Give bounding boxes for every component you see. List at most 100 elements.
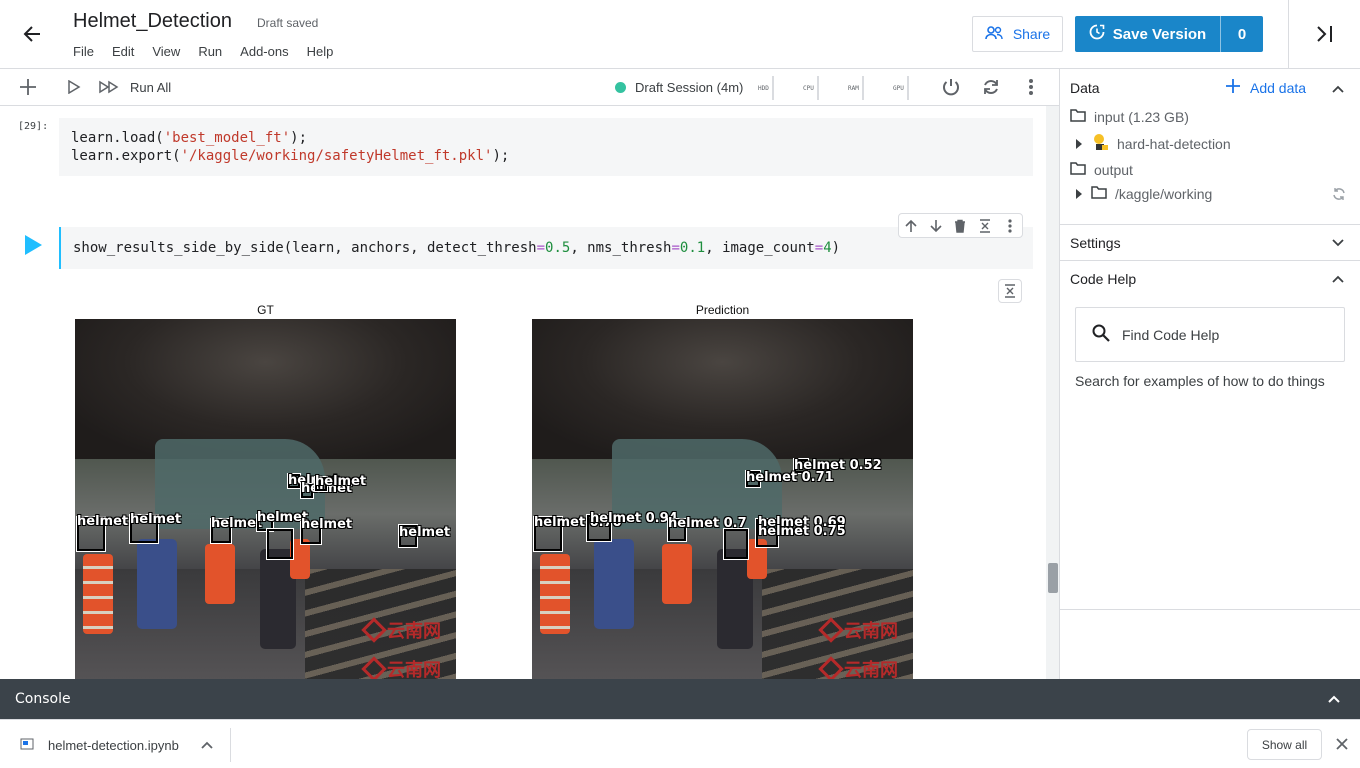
chevron-up-icon[interactable] [1330, 271, 1346, 287]
chevron-up-icon[interactable] [1330, 81, 1346, 97]
divider [1060, 609, 1360, 610]
plus-icon [1226, 79, 1240, 96]
delete-icon[interactable] [950, 216, 970, 236]
output-folder[interactable]: output [1070, 162, 1133, 178]
detection-label: helmet [211, 516, 263, 531]
dataset-item[interactable]: hard-hat-detection [1075, 133, 1231, 154]
people-icon [985, 25, 1003, 43]
power-icon[interactable] [940, 76, 962, 98]
collapse-panel-icon[interactable] [1313, 22, 1337, 46]
add-data-button[interactable]: Add data [1226, 79, 1306, 96]
save-version-icon [1089, 24, 1105, 44]
dataset-label: hard-hat-detection [1117, 135, 1231, 152]
menu-edit[interactable]: Edit [112, 44, 134, 59]
menu-add-ons[interactable]: Add-ons [240, 44, 288, 59]
move-up-icon[interactable] [901, 216, 921, 236]
folder-icon [1070, 109, 1086, 125]
input-folder-label: input (1.23 GB) [1094, 109, 1189, 125]
hdd-meter-label: HDD [758, 84, 769, 92]
code-help-search-input[interactable]: Find Code Help [1075, 307, 1345, 362]
code-cell-2[interactable]: show_results_side_by_side(learn, anchors… [59, 227, 1033, 269]
working-dir-item[interactable]: /kaggle/working [1075, 186, 1212, 202]
menu-bar: File Edit View Run Add-ons Help [73, 44, 351, 59]
move-down-icon[interactable] [926, 216, 946, 236]
run-cell-icon[interactable] [63, 76, 85, 98]
dataset-thumbnail-icon [1091, 133, 1109, 154]
divider [1060, 260, 1360, 261]
close-icon[interactable] [1335, 737, 1349, 751]
watermark-logo: 云南网 [818, 654, 902, 679]
watermark-logo: 云南网 [361, 654, 445, 679]
run-all-icon[interactable] [98, 76, 120, 98]
divider [1060, 224, 1360, 225]
detection-label: helmet 0.71 [746, 470, 834, 485]
watermark-logo: 云南网 [818, 615, 902, 645]
chevron-down-icon[interactable] [1330, 235, 1346, 251]
chevron-up-icon[interactable] [1326, 691, 1342, 707]
data-heading: Data [1070, 80, 1100, 96]
back-arrow-icon[interactable] [18, 20, 46, 48]
working-dir-label: /kaggle/working [1115, 186, 1213, 202]
code-cell-1[interactable]: learn.load('best_model_ft'); learn.expor… [59, 118, 1033, 176]
watermark-logo: 云南网 [361, 615, 445, 645]
collapse-cell-icon[interactable] [975, 216, 995, 236]
download-item[interactable]: helmet-detection.ipynb [20, 737, 179, 754]
collapse-output-icon[interactable] [998, 279, 1022, 303]
refresh-icon[interactable] [1332, 187, 1346, 201]
ram-meter: RAM [848, 74, 864, 102]
menu-file[interactable]: File [73, 44, 94, 59]
chevron-up-icon[interactable] [200, 738, 214, 752]
header-divider [1288, 0, 1289, 69]
menu-help[interactable]: Help [307, 44, 334, 59]
cpu-meter-label: CPU [803, 84, 814, 92]
save-status: Draft saved [257, 16, 319, 30]
console-label: Console [15, 691, 71, 707]
notebook-body: [29]: learn.load('best_model_ft'); learn… [0, 106, 1046, 679]
gpu-meter: GPU [893, 74, 909, 102]
run-all-button[interactable]: Run All [130, 80, 171, 95]
code-help-hint: Search for examples of how to do things [1075, 373, 1325, 389]
detection-label: helmet [399, 525, 451, 540]
detection-label: helmet [301, 517, 353, 532]
restart-icon[interactable] [980, 76, 1002, 98]
output-folder-label: output [1094, 162, 1133, 178]
version-count[interactable]: 0 [1221, 16, 1263, 52]
hdd-meter: HDD [758, 74, 774, 102]
more-options-icon[interactable] [1020, 76, 1042, 98]
notebook-scrollbar[interactable] [1046, 106, 1059, 679]
menu-view[interactable]: View [152, 44, 180, 59]
right-panel: Data Add data input (1.23 GB) hard-hat-d… [1060, 69, 1360, 679]
input-folder[interactable]: input (1.23 GB) [1070, 109, 1189, 125]
add-data-label: Add data [1250, 79, 1307, 96]
notebook-title[interactable]: Helmet_Detection [73, 10, 232, 33]
code-line: learn.load('best_model_ft'); [71, 130, 308, 146]
detection-label: helmet [77, 514, 129, 529]
ram-meter-label: RAM [848, 84, 859, 92]
share-label: Share [1012, 26, 1051, 42]
session-status[interactable]: Draft Session (4m) [635, 80, 743, 95]
share-button[interactable]: Share [972, 16, 1063, 52]
gt-image: 云南网 云南网 helmet helmet helmet helmet helm… [75, 319, 456, 679]
show-all-button[interactable]: Show all [1247, 729, 1322, 760]
cell-more-icon[interactable] [1000, 216, 1020, 236]
settings-heading[interactable]: Settings [1070, 235, 1121, 251]
add-cell-icon[interactable] [17, 76, 39, 98]
folder-icon [1091, 186, 1107, 202]
download-bar: helmet-detection.ipynb Show all [0, 719, 1360, 768]
expand-arrow-icon [1075, 136, 1083, 152]
search-icon [1092, 324, 1110, 345]
detection-label: helmet [130, 512, 182, 527]
code-help-heading[interactable]: Code Help [1070, 271, 1136, 287]
scrollbar-thumb[interactable] [1048, 563, 1058, 593]
detection-label: helmet [315, 474, 367, 489]
console-bar[interactable]: Console [0, 679, 1360, 719]
menu-run[interactable]: Run [198, 44, 222, 59]
cpu-meter: CPU [803, 74, 819, 102]
gt-title: GT [257, 303, 274, 317]
detection-label: helmet 0.94 [590, 511, 678, 526]
expand-arrow-icon [1075, 186, 1083, 202]
run-cell-button[interactable] [23, 234, 43, 256]
prediction-image: 云南网 云南网 helmet 0.52 helmet 0.71 helmet 0… [532, 319, 913, 679]
save-version-button[interactable]: Save Version 0 [1075, 16, 1263, 52]
code-line: learn.export('/kaggle/working/safetyHelm… [71, 148, 510, 164]
